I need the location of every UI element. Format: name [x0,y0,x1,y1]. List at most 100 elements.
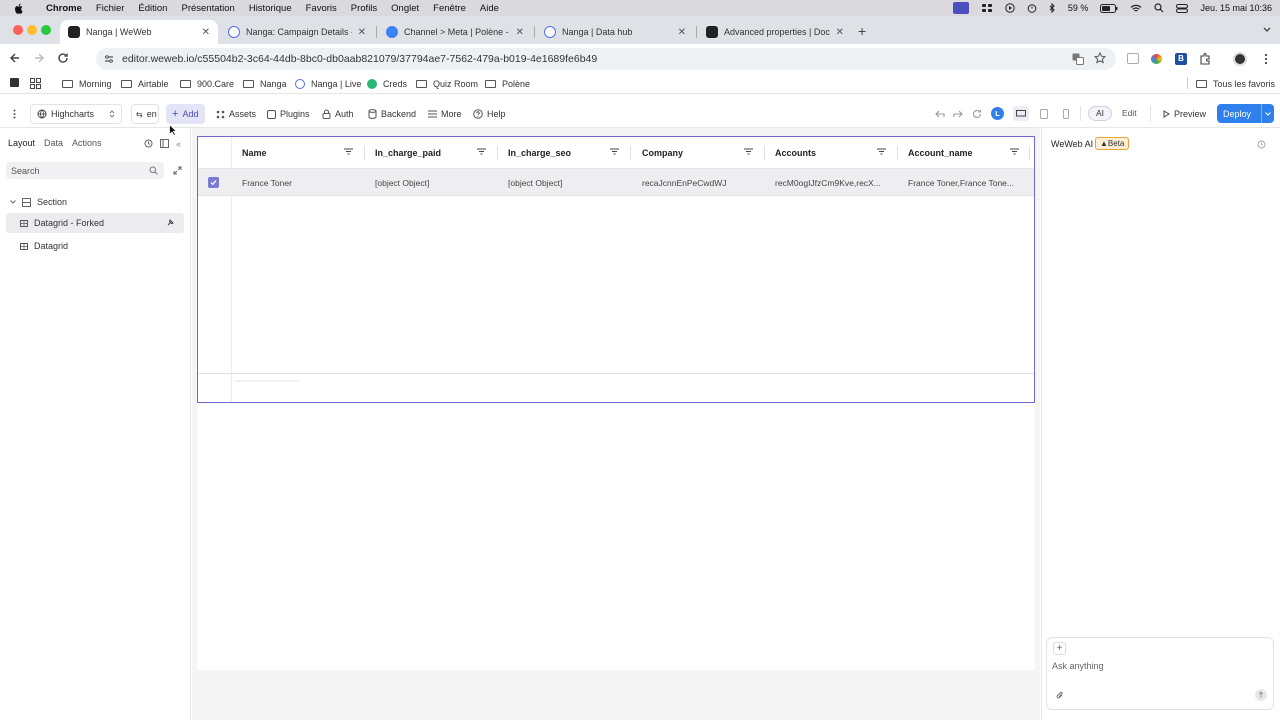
address-bar[interactable]: editor.weweb.io/c55504b2-3c64-44db-8bc0-… [96,48,1116,70]
redo-icon[interactable] [953,109,963,118]
minimize-window-button[interactable] [27,25,37,35]
add-button[interactable]: + Add [166,104,205,124]
menu-aide[interactable]: Aide [480,3,499,14]
menu-profils[interactable]: Profils [351,3,377,14]
menubar-app-name[interactable]: Chrome [46,3,82,14]
zoom-window-button[interactable] [41,25,51,35]
page-select[interactable]: Highcharts [30,104,122,124]
tab-campaign-details[interactable]: Nanga: Campaign Details - A ✕ [220,20,374,44]
close-tab-icon[interactable]: ✕ [202,27,210,38]
row-checkbox[interactable] [208,177,219,188]
language-button[interactable]: ⇆ en [131,104,159,124]
tab-actions[interactable]: Actions [72,138,102,148]
menu-fichier[interactable]: Fichier [96,3,125,14]
browser-menu-icon[interactable] [1264,53,1268,65]
tree-item-section[interactable]: Section [10,196,67,208]
tablet-view-icon[interactable] [1040,109,1048,119]
menu-historique[interactable]: Historique [249,3,292,14]
translate-icon[interactable] [1072,53,1084,65]
ai-mode-button[interactable]: AI [1088,106,1112,121]
extension-color-icon[interactable] [1151,54,1162,64]
attach-icon[interactable] [1056,691,1064,700]
extensions-puzzle-icon[interactable] [1199,53,1211,65]
tab-data-hub[interactable]: Nanga | Data hub ✕ [536,20,694,44]
bookmark-quiz-room[interactable]: Quiz Room [416,77,478,91]
tab-data[interactable]: Data [44,138,63,148]
bookmark-nanga[interactable]: Nanga [243,77,287,91]
tab-channel-meta[interactable]: Channel > Meta | Polène - Da ✕ [378,20,532,44]
desktop-view-icon[interactable] [1013,106,1029,121]
menu-edition[interactable]: Édition [138,3,167,14]
pin-icon[interactable] [167,219,174,226]
collapse-panel-icon[interactable]: « [176,139,181,149]
mobile-view-icon[interactable] [1063,109,1069,119]
chevron-down-icon[interactable] [1261,104,1274,123]
column-header-account-name[interactable]: Account_name [908,138,1008,168]
bookmark-morning[interactable]: Morning [62,77,112,91]
close-tab-icon[interactable]: ✕ [836,27,844,38]
collaborator-avatar[interactable]: L [991,107,1004,120]
bookmark-all-favorites[interactable]: Tous les favoris [1196,77,1275,91]
reading-list-icon[interactable] [10,78,19,87]
back-arrow-icon[interactable] [9,52,21,64]
filter-icon[interactable] [877,148,886,155]
bookmark-star-icon[interactable] [1094,52,1106,64]
bookmark-900care[interactable]: 900.Care [180,77,234,91]
more-button[interactable]: More [428,106,462,122]
close-tab-icon[interactable]: ✕ [516,27,524,38]
apps-grid-icon[interactable] [30,78,41,89]
column-header-name[interactable]: Name [242,138,342,168]
control-center-icon[interactable] [981,3,993,13]
apple-icon[interactable] [14,3,24,14]
preview-button[interactable]: Preview [1163,106,1206,122]
auth-button[interactable]: Auth [322,106,354,122]
filter-icon[interactable] [610,148,619,155]
filter-icon[interactable] [477,148,486,155]
new-tab-button[interactable]: + [858,23,866,39]
tree-item-datagrid[interactable]: Datagrid [20,240,68,252]
filter-icon[interactable] [744,148,753,155]
menu-fenetre[interactable]: Fenêtre [433,3,466,14]
bookmark-nanga-live[interactable]: Nanga | Live [295,77,361,91]
wifi-icon[interactable] [1130,4,1142,13]
undo-icon[interactable] [935,109,945,118]
bookmark-creds[interactable]: Creds [367,77,407,91]
site-info-icon[interactable] [104,54,114,64]
backend-button[interactable]: Backend [368,106,416,122]
reload-icon[interactable] [57,52,69,64]
battery-icon[interactable] [1100,3,1118,13]
screen-record-icon[interactable] [952,2,969,14]
filter-icon[interactable] [344,148,353,155]
close-tab-icon[interactable]: ✕ [358,27,366,38]
close-window-button[interactable] [13,25,23,35]
history-icon[interactable] [1257,140,1266,149]
assets-button[interactable]: Assets [216,106,256,122]
column-header-accounts[interactable]: Accounts [775,138,875,168]
column-header-in-charge-seo[interactable]: In_charge_seo [508,138,608,168]
bookmark-polene[interactable]: Polène [485,77,530,91]
expand-icon[interactable] [173,166,182,175]
timer-icon[interactable] [1027,3,1037,13]
column-header-in-charge-paid[interactable]: In_charge_paid [375,138,475,168]
profile-avatar[interactable] [1233,52,1247,66]
extension-code-icon[interactable] [1127,53,1139,64]
ai-prompt-box[interactable] [1046,637,1274,710]
menu-favoris[interactable]: Favoris [306,3,337,14]
send-button[interactable] [1255,689,1267,701]
ai-prompt-input[interactable]: Ask anything [1052,661,1104,671]
filter-icon[interactable] [1010,148,1019,155]
add-context-button[interactable]: + [1053,642,1066,655]
extension-b-icon[interactable]: B [1175,53,1187,65]
forward-arrow-icon[interactable] [33,52,45,64]
column-header-company[interactable]: Company [642,138,742,168]
spotlight-search-icon[interactable] [1154,3,1164,13]
tab-search-icon[interactable] [1262,24,1272,34]
panel-layout-icon[interactable] [160,139,169,148]
refresh-icon[interactable] [972,109,982,119]
menu-onglet[interactable]: Onglet [391,3,419,14]
tab-layout[interactable]: Layout [8,138,35,148]
chevron-down-icon[interactable] [10,200,16,204]
deploy-button[interactable]: Deploy [1217,104,1274,123]
play-icon[interactable] [1005,3,1015,13]
edit-mode-button[interactable]: Edit [1122,108,1137,118]
